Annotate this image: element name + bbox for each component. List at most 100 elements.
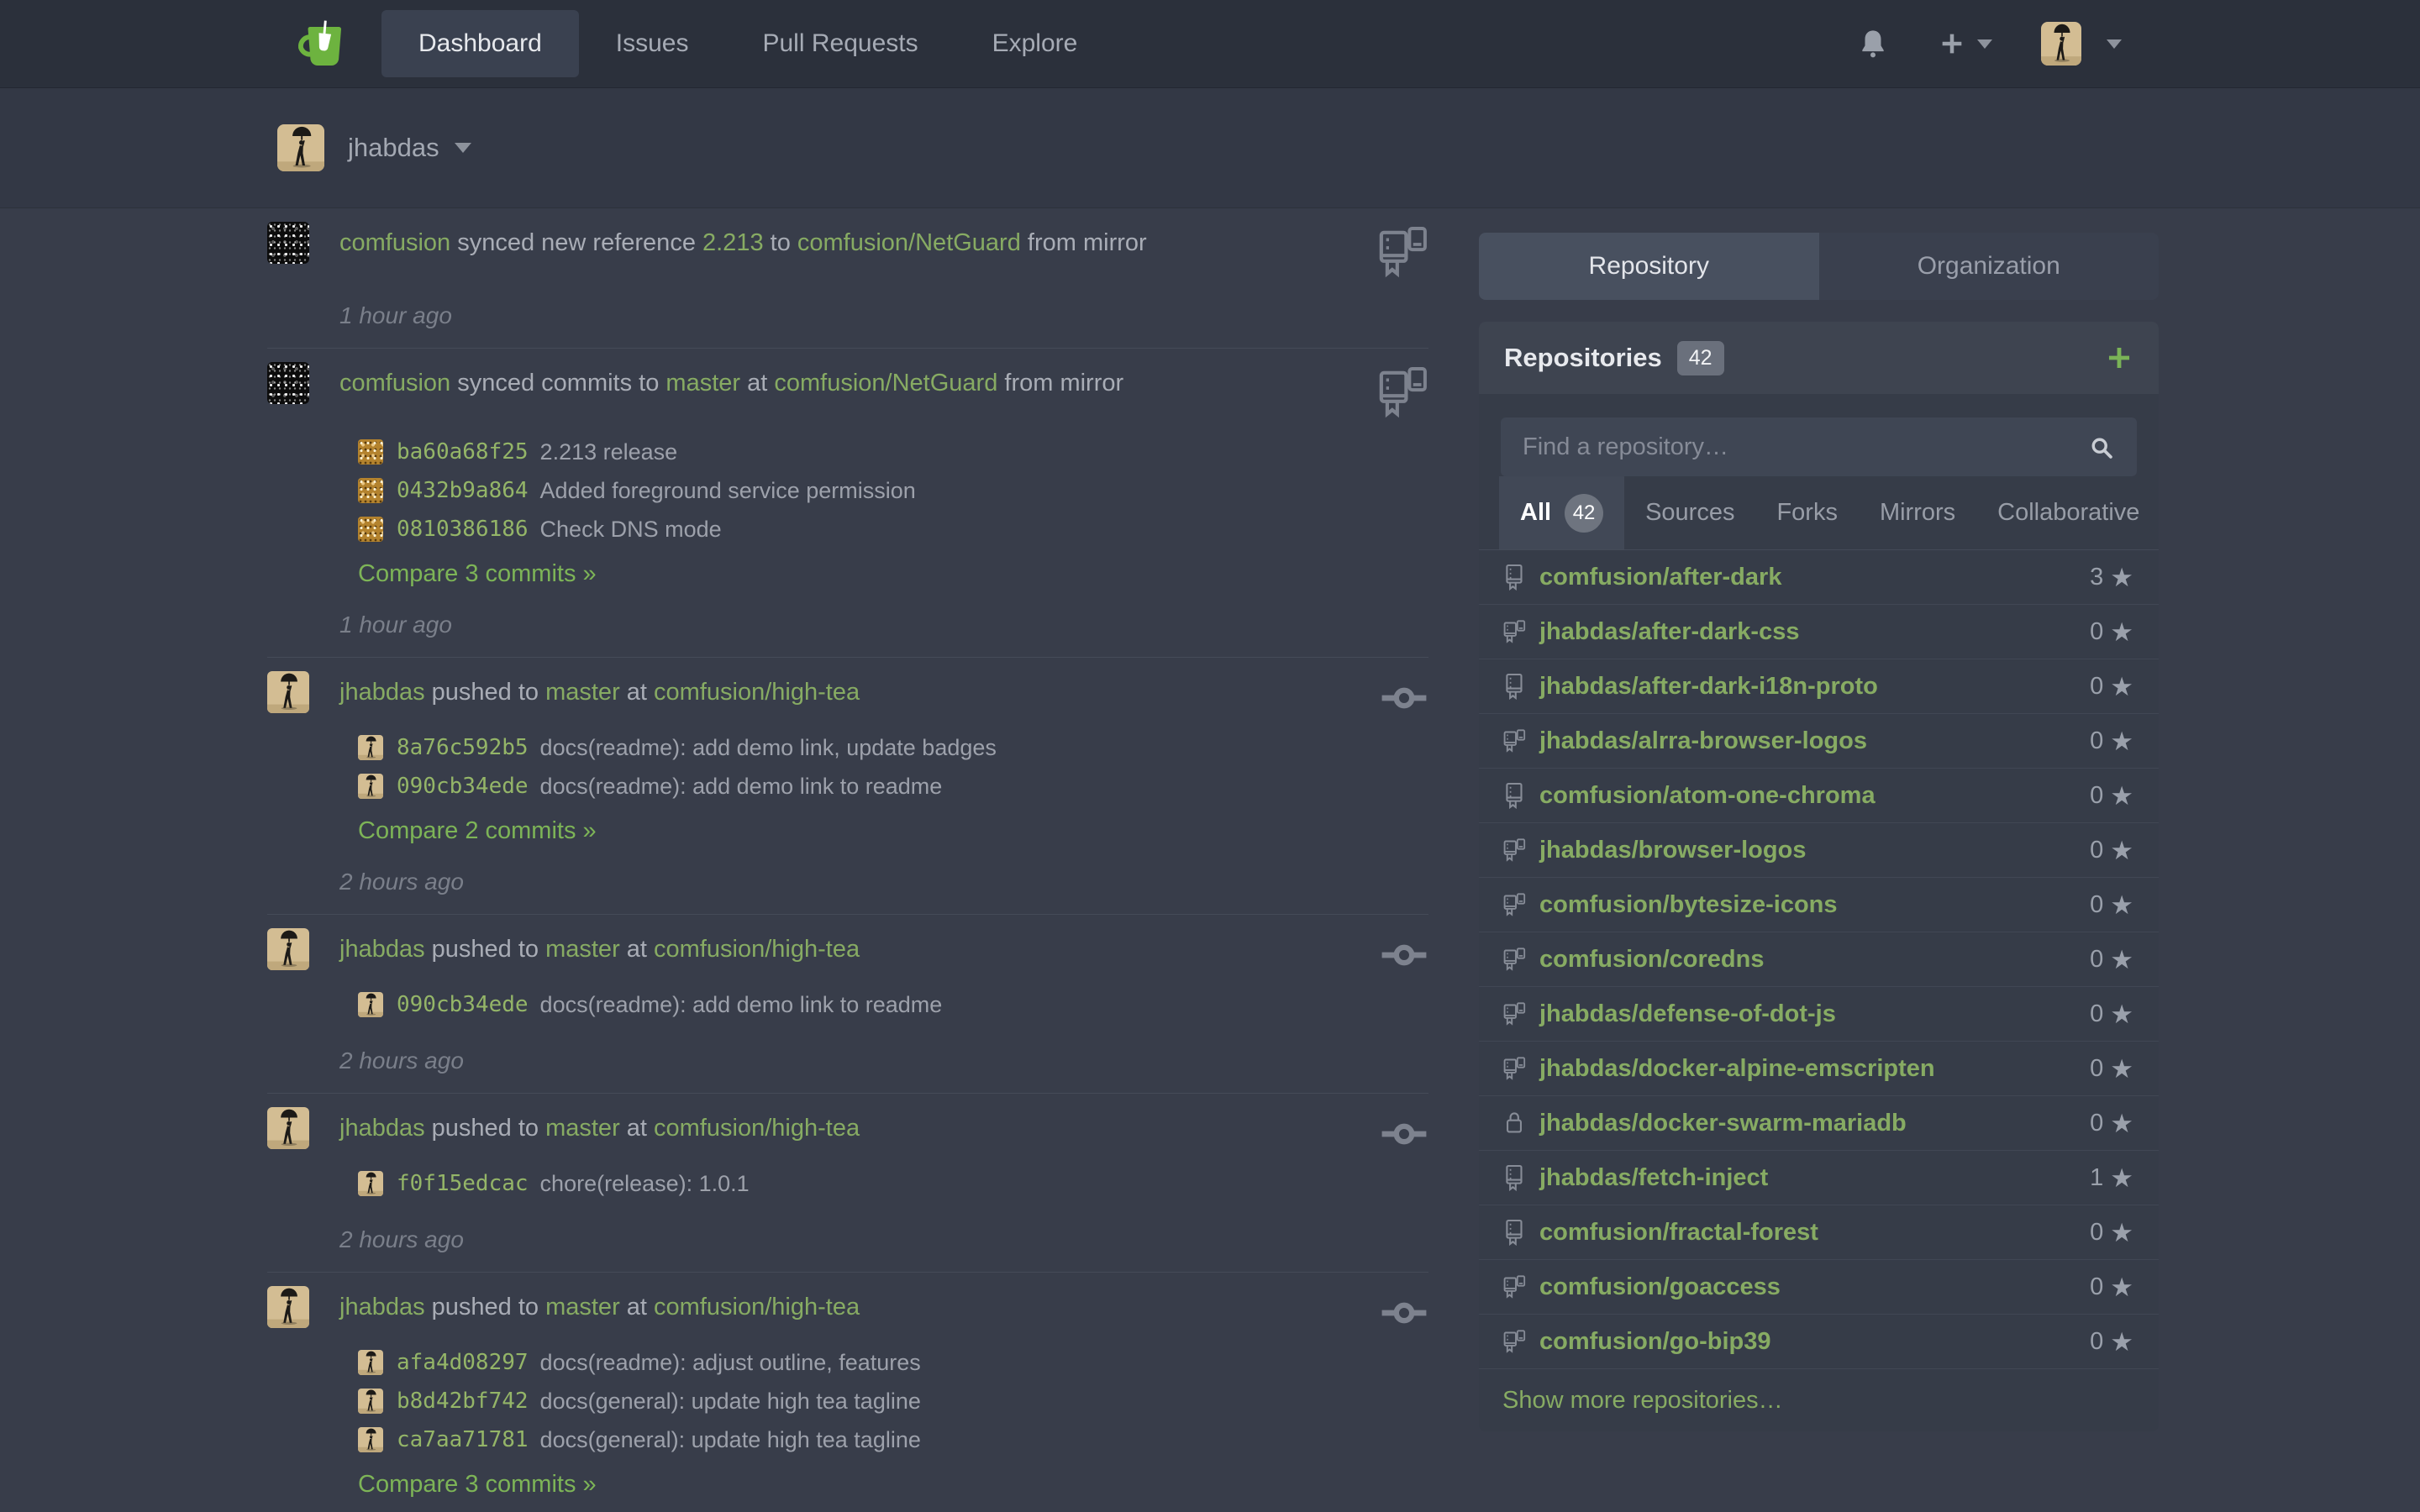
actor-avatar[interactable] [267,362,309,404]
repo-icon [1502,1164,1526,1191]
repo-row[interactable]: jhabdas/after-dark-css0★ [1479,605,2159,659]
nav-item-dashboard[interactable]: Dashboard [381,10,579,77]
nav-item-issues[interactable]: Issues [579,0,726,87]
repo-name-link[interactable]: jhabdas/defense-of-dot-js [1539,1000,1836,1028]
repo-name-link[interactable]: comfusion/after-dark [1539,564,1781,591]
repo-name-link[interactable]: comfusion/coredns [1539,946,1765,974]
new-repo-button[interactable] [2105,344,2133,372]
create-new-button[interactable] [1939,30,1992,57]
filter-mirrors[interactable]: Mirrors [1859,476,1976,549]
repo-row[interactable]: jhabdas/docker-alpine-emscripten0★ [1479,1042,2159,1096]
star-icon: ★ [2110,1220,2133,1246]
commit-hash-link[interactable]: f0f15edcac [397,1171,529,1196]
repo-row[interactable]: comfusion/go-bip390★ [1479,1315,2159,1369]
feed-link[interactable]: 2.213 [702,229,764,256]
repo-name-link[interactable]: jhabdas/after-dark-i18n-proto [1539,673,1878,701]
context-switcher[interactable]: jhabdas [277,124,471,171]
repo-row[interactable]: comfusion/atom-one-chroma 0★ [1479,769,2159,823]
feed-link[interactable]: comfusion/NetGuard [774,370,997,396]
repo-row[interactable]: jhabdas/after-dark-i18n-proto0★ [1479,659,2159,714]
filter-forks[interactable]: Forks [1755,476,1859,549]
feed-link[interactable]: master [545,679,620,706]
commit-hash-link[interactable]: b8d42bf742 [397,1389,529,1414]
commit-hash-link[interactable]: 0810386186 [397,517,529,542]
feed-link[interactable]: comfusion/high-tea [654,936,860,963]
repo-row[interactable]: jhabdas/fetch-inject1★ [1479,1151,2159,1205]
filter-collaborative[interactable]: Collaborative [1976,476,2159,549]
repo-name-link[interactable]: jhabdas/docker-swarm-mariadb [1539,1110,1907,1137]
sidebar: Repository Organization Repositories 42 … [1479,208,2159,1431]
filter-sources[interactable]: Sources [1624,476,1755,549]
actor-avatar[interactable] [267,1107,309,1149]
repo-name-link[interactable]: jhabdas/browser-logos [1539,837,1806,864]
repo-row[interactable]: comfusion/bytesize-icons0★ [1479,878,2159,932]
compare-commits-link[interactable]: Compare 2 commits » [358,817,597,845]
page: { "colors": { "accent_green": "#87ab63",… [0,0,2420,1512]
feed-link[interactable]: comfusion/high-tea [654,1115,860,1142]
commit-row: 0432b9a864Added foreground service permi… [358,471,1338,510]
feed-link[interactable]: comfusion/high-tea [654,679,860,706]
star-icon: ★ [2110,1056,2133,1082]
feed-link[interactable]: jhabdas [339,679,425,706]
actor-avatar[interactable] [267,1286,309,1328]
search-input[interactable] [1501,417,2137,476]
commit-hash-link[interactable]: 8a76c592b5 [397,735,529,760]
repo-name-link[interactable]: jhabdas/after-dark-css [1539,618,1799,646]
feed-link[interactable]: comfusion [339,229,450,256]
repo-name-link[interactable]: comfusion/atom-one-chroma [1539,782,1876,810]
repo-row[interactable]: jhabdas/browser-logos0★ [1479,823,2159,878]
repo-name-link[interactable]: jhabdas/docker-alpine-emscripten [1539,1055,1935,1083]
star-count: 0 [2090,1273,2103,1301]
mirror-icon [1376,225,1428,279]
repo-name-link[interactable]: jhabdas/fetch-inject [1539,1164,1768,1192]
commit-hash-link[interactable]: 090cb34ede [397,992,529,1017]
commit-hash-link[interactable]: afa4d08297 [397,1350,529,1375]
star-icon: ★ [2110,1165,2133,1191]
feed-link[interactable]: comfusion [339,370,450,396]
tab-organization[interactable]: Organization [1819,233,2160,300]
actor-avatar[interactable] [267,928,309,970]
commit-hash-link[interactable]: ca7aa71781 [397,1427,529,1452]
show-more-repositories-link[interactable]: Show more repositories… [1479,1369,2159,1431]
repo-name-link[interactable]: comfusion/bytesize-icons [1539,891,1838,919]
actor-avatar[interactable] [267,222,309,264]
repositories-header: Repositories 42 [1479,322,2159,394]
commit-hash-link[interactable]: 0432b9a864 [397,478,529,503]
repo-row[interactable]: comfusion/after-dark3★ [1479,550,2159,605]
repo-row[interactable]: jhabdas/alrra-browser-logos0★ [1479,714,2159,769]
feed-link[interactable]: master [545,1294,620,1320]
notifications-button[interactable] [1856,25,1890,62]
committer-avatar [358,517,383,542]
feed-link[interactable]: jhabdas [339,936,425,963]
repo-row[interactable]: comfusion/coredns0★ [1479,932,2159,987]
repo-name-link[interactable]: comfusion/fractal-forest [1539,1219,1818,1247]
feed-link[interactable]: jhabdas [339,1294,425,1320]
commit-hash-link[interactable]: ba60a68f25 [397,439,529,465]
feed-link[interactable]: master [666,370,740,396]
compare-commits-link[interactable]: Compare 3 commits » [358,560,597,588]
repo-name-link[interactable]: jhabdas/alrra-browser-logos [1539,727,1867,755]
repo-name-link[interactable]: comfusion/go-bip39 [1539,1328,1771,1356]
brand-logo[interactable] [294,0,348,87]
committer-avatar [358,1171,383,1196]
feed-link[interactable]: master [545,936,620,963]
feed-link[interactable]: comfusion/NetGuard [797,229,1021,256]
search-icon[interactable] [2088,434,2115,461]
repo-row[interactable]: jhabdas/defense-of-dot-js0★ [1479,987,2159,1042]
feed-link[interactable]: comfusion/high-tea [654,1294,860,1320]
user-menu[interactable] [2041,22,2122,66]
nav-item-pull-requests[interactable]: Pull Requests [725,0,955,87]
repo-name-link[interactable]: comfusion/goaccess [1539,1273,1781,1301]
repo-row[interactable]: jhabdas/docker-swarm-mariadb0★ [1479,1096,2159,1151]
feed-link[interactable]: master [545,1115,620,1142]
commit-hash-link[interactable]: 090cb34ede [397,774,529,799]
tab-repository[interactable]: Repository [1479,233,1819,300]
repo-row[interactable]: comfusion/goaccess0★ [1479,1260,2159,1315]
nav-item-explore[interactable]: Explore [955,0,1115,87]
filter-all[interactable]: All42 [1499,476,1624,549]
feed-link[interactable]: jhabdas [339,1115,425,1142]
actor-avatar[interactable] [267,671,309,713]
repo-stars: 0★ [2090,782,2133,810]
compare-commits-link[interactable]: Compare 3 commits » [358,1471,597,1499]
repo-row[interactable]: comfusion/fractal-forest0★ [1479,1205,2159,1260]
